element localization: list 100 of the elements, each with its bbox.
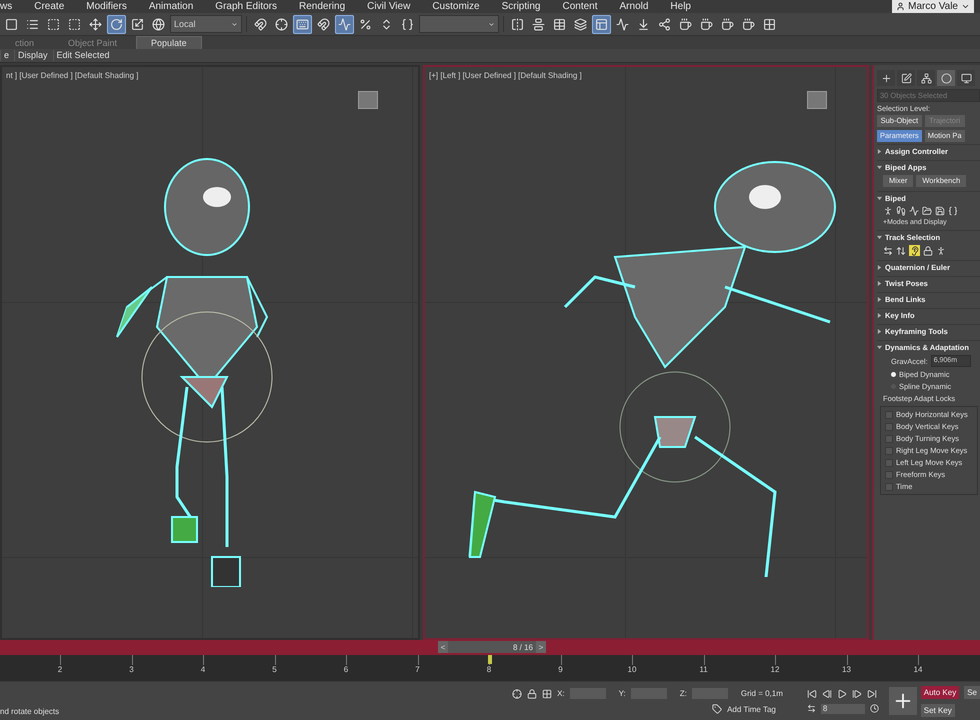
magnet-icon [254, 18, 267, 30]
prompt-text: nd rotate objects [0, 707, 60, 718]
previous-frame-icon[interactable] [822, 688, 832, 698]
menu-item[interactable]: Customize [432, 0, 480, 12]
radio-button[interactable] [891, 372, 896, 377]
rotate-button[interactable] [107, 14, 126, 34]
checkbox[interactable] [885, 458, 893, 466]
user-icon [896, 2, 906, 11]
curve-icon [616, 18, 629, 30]
selected-dropdown[interactable]: Se [964, 686, 980, 698]
time-slider-handle[interactable]: 8 / 16 [448, 642, 536, 652]
transform-mode-icon[interactable] [542, 688, 552, 698]
menu-item[interactable]: Civil View [367, 0, 410, 12]
rotation-track-button[interactable] [909, 245, 920, 256]
pencil-tab[interactable] [897, 70, 915, 86]
ribbon-tab[interactable]: Populate [136, 36, 202, 49]
add-time-tag-button[interactable]: Add Time Tag [727, 704, 776, 714]
motion-flow-icon[interactable] [909, 206, 919, 216]
footsteps-icon[interactable] [896, 206, 906, 216]
viewport[interactable]: nt ] [User Defined ] [Default Shading ] [0, 65, 420, 640]
figure-icon[interactable] [936, 246, 946, 256]
frame-number: 14 [914, 665, 922, 674]
hierarchy-tab[interactable] [917, 70, 935, 86]
z-label: Z: [680, 689, 687, 698]
collapse-arrow-icon [877, 235, 882, 240]
next-frame-icon[interactable] [852, 688, 862, 698]
lock-icon[interactable] [527, 688, 538, 698]
checkbox[interactable] [885, 446, 893, 454]
braces-icon [401, 18, 414, 30]
plus-tab[interactable] [877, 70, 895, 86]
grid-size-text: Grid = 0,1m [740, 689, 783, 698]
table-icon [553, 18, 566, 30]
teapot-icon [700, 18, 713, 30]
menu-item[interactable]: Arnold [620, 0, 648, 12]
collapse-arrow-icon [877, 196, 882, 201]
viewport-label[interactable]: nt ] [User Defined ] [Default Shading ] [6, 71, 139, 80]
selection-icon[interactable] [512, 688, 522, 698]
scale-icon [131, 18, 144, 30]
set-keys-button[interactable] [888, 687, 917, 715]
set-key-button[interactable]: Set Key [920, 704, 955, 716]
menu-item[interactable]: Rendering [299, 0, 346, 12]
go-to-end-icon[interactable] [866, 688, 877, 698]
play-icon[interactable] [836, 688, 847, 698]
figure-mode-icon[interactable] [883, 206, 893, 216]
frame-number: 5 [272, 665, 277, 674]
save-icon[interactable] [935, 206, 945, 216]
menu-item[interactable]: Modifiers [86, 0, 127, 12]
coordinate-dropdown[interactable]: Local [170, 15, 242, 33]
go-to-start-icon[interactable] [806, 688, 817, 698]
monitor-tab[interactable] [957, 70, 975, 86]
viewport[interactable]: [+] [Left ] [User Defined ] [Default Shading ] [423, 65, 869, 640]
checkbox[interactable] [885, 410, 893, 418]
checkbox[interactable] [885, 434, 893, 442]
frame-number: 4 [200, 665, 206, 674]
next-frame-button[interactable]: > [536, 641, 546, 653]
open-file-icon[interactable] [922, 206, 932, 216]
time-configuration-icon[interactable] [870, 704, 879, 713]
frame-number: 2 [58, 665, 62, 674]
ribbon-button[interactable] [592, 14, 611, 34]
ribbon-sub-tab[interactable]: Edit Selected [52, 50, 113, 61]
user-account-button[interactable]: Marco Vale [892, 0, 974, 13]
magnet-icon [317, 18, 330, 30]
menu-item[interactable]: ws [0, 0, 12, 12]
viewport-label[interactable]: [+] [Left ] [User Defined ] [Default Shading ] [429, 71, 582, 80]
teapot-icon [721, 18, 734, 30]
ribbon-icon [595, 18, 608, 30]
checkbox[interactable] [885, 482, 893, 490]
menu-item[interactable]: Content [562, 0, 598, 12]
menu-item[interactable]: Create [34, 0, 64, 12]
expand-arrow-icon [877, 297, 882, 302]
frame-number: 8 [486, 665, 492, 674]
timeline[interactable]: 2 3 4 5 6 7 8 9 10 11 12 13 14 [0, 655, 980, 682]
selection-region-icon [47, 18, 60, 30]
menu-item[interactable]: Help [670, 0, 691, 12]
vertical-arrows-icon[interactable] [896, 246, 906, 256]
sphere-icon [152, 18, 165, 30]
braces-icon[interactable] [948, 206, 958, 216]
hierarchy-icon [920, 72, 932, 84]
frame-number: 13 [842, 665, 851, 674]
frame-number: 12 [770, 665, 780, 674]
select-object-icon [5, 18, 18, 30]
menu-item[interactable]: Animation [148, 0, 194, 12]
circle-tab[interactable] [937, 70, 955, 86]
y-label: Y: [618, 689, 626, 698]
previous-frame-button[interactable]: < [438, 641, 448, 653]
collapse-arrow-icon [877, 345, 882, 350]
checkbox[interactable] [885, 470, 893, 478]
ribbon-sub-tab[interactable]: e [0, 50, 12, 61]
menu-item[interactable]: Scripting [502, 0, 540, 12]
ribbon-sub-tab[interactable]: Display [14, 50, 51, 61]
key-mode-icon[interactable] [806, 704, 816, 713]
lock-icon[interactable] [923, 246, 933, 256]
tag-icon[interactable] [712, 704, 722, 714]
frame-number: 11 [699, 665, 708, 674]
checkbox[interactable] [885, 422, 893, 430]
current-frame-field[interactable]: 8 [820, 704, 865, 714]
menu-item[interactable]: Graph Editors [215, 0, 277, 12]
auto-key-button[interactable]: Auto Key [920, 686, 960, 698]
keyboard-button[interactable] [293, 14, 312, 34]
horizontal-arrows-icon[interactable] [883, 246, 893, 256]
